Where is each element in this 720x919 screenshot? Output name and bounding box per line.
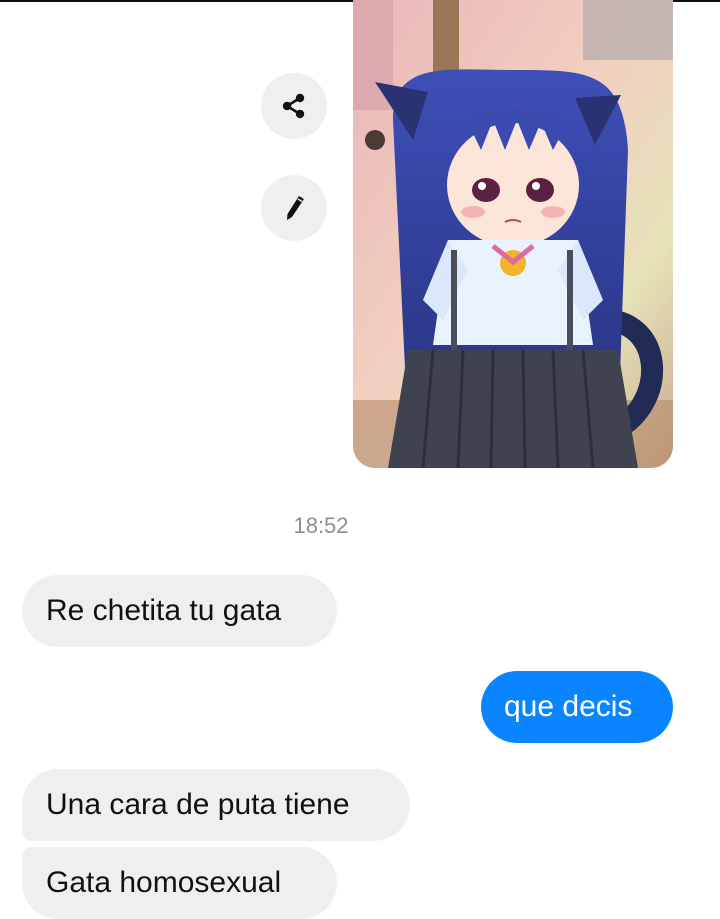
edit-button[interactable] xyxy=(261,175,327,241)
anime-catgirl-image xyxy=(353,0,673,468)
pencil-icon xyxy=(287,196,304,220)
message-text: Re chetita tu gata xyxy=(46,594,282,627)
message-text: Una cara de puta tiene xyxy=(46,788,350,821)
incoming-message-bubble[interactable]: Una cara de puta tiene xyxy=(22,769,410,841)
share-button[interactable] xyxy=(261,73,327,139)
incoming-message-bubble[interactable]: Gata homosexual xyxy=(22,847,337,919)
share-icon xyxy=(282,93,305,119)
outgoing-message-bubble[interactable]: que decis xyxy=(481,671,673,743)
message-timestamp: 18:52 xyxy=(293,513,349,538)
message-text: que decis xyxy=(504,690,633,723)
incoming-message-bubble[interactable]: Re chetita tu gata xyxy=(22,575,337,647)
shared-image[interactable] xyxy=(353,0,673,468)
message-text: Gata homosexual xyxy=(46,866,282,899)
